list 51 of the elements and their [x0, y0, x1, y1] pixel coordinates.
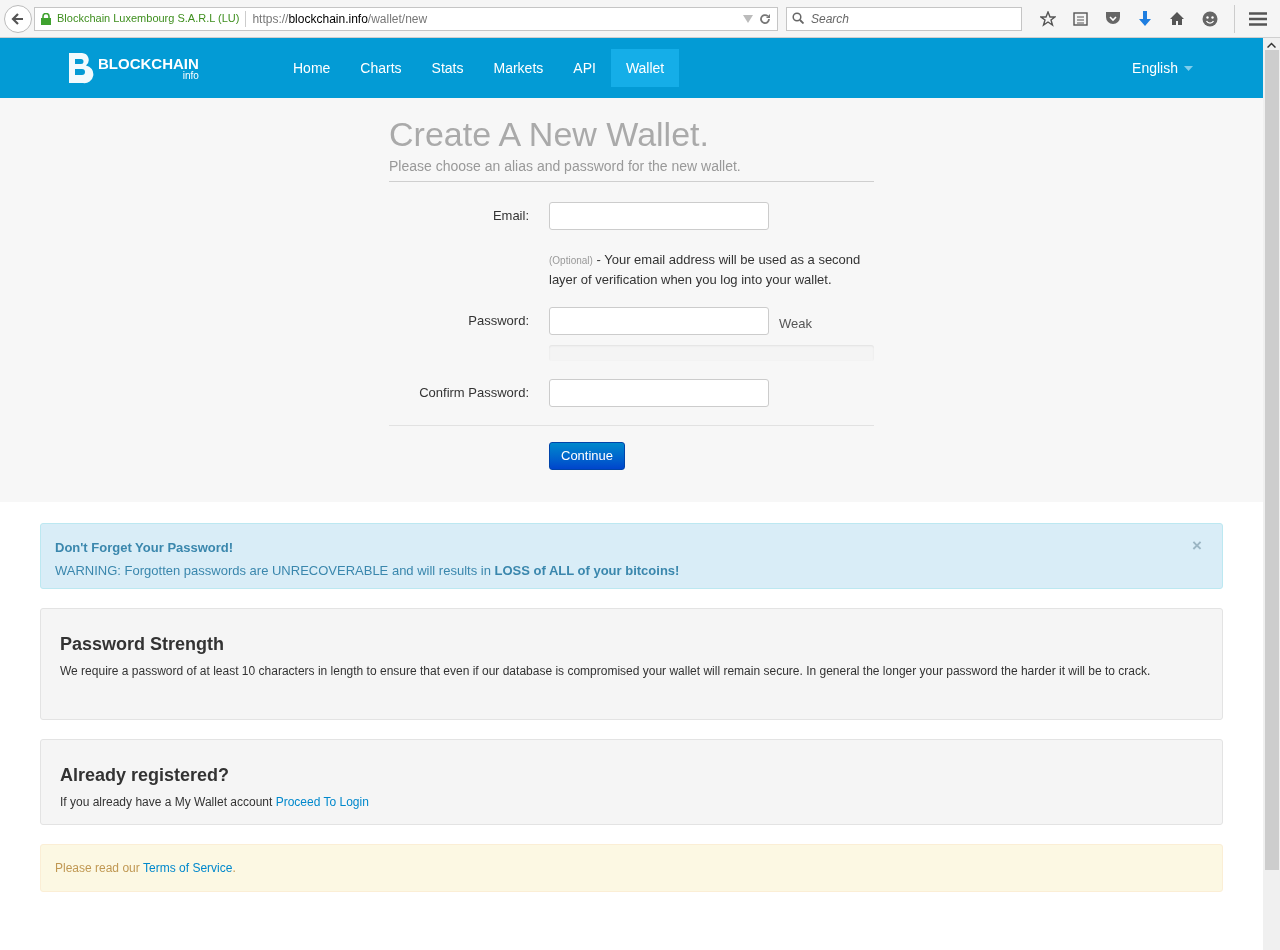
- panel-text: We require a password of at least 10 characters in length to ensure that even if our database is compromised your wallet will remain secure. In general the longer your password the harder it will be to crack.: [60, 663, 1152, 680]
- confirm-password-field[interactable]: [549, 379, 769, 407]
- panel-title: Already registered?: [60, 764, 231, 787]
- back-button[interactable]: [4, 4, 32, 33]
- star-icon[interactable]: [1040, 10, 1056, 27]
- password-strength-label: Weak: [779, 315, 812, 334]
- panel-text: If you already have a My Wallet account: [60, 795, 273, 809]
- page-title: Create A New Wallet.: [389, 115, 710, 153]
- list-icon[interactable]: [1073, 11, 1088, 26]
- search-field[interactable]: Search: [786, 7, 1022, 31]
- nav-link[interactable]: API: [558, 49, 611, 87]
- login-link[interactable]: Proceed To Login: [275, 795, 369, 809]
- language-dropdown[interactable]: English: [1132, 57, 1193, 79]
- email-hint: (Optional) - Your email address will be used as a second layer of verification when you log into your wallet.: [549, 251, 862, 289]
- nav-link[interactable]: Wallet: [610, 49, 680, 87]
- continue-button[interactable]: Continue: [549, 442, 626, 470]
- dropdown-triangle-icon: [743, 14, 753, 23]
- close-button[interactable]: ×: [1192, 536, 1202, 554]
- nav-link[interactable]: Charts: [345, 49, 417, 87]
- menu-icon[interactable]: [1249, 11, 1267, 26]
- email-field[interactable]: [549, 202, 769, 230]
- terms-end: .: [232, 860, 236, 877]
- reload-icon: [759, 12, 771, 25]
- logo-text: BLOCKCHAIN: [98, 55, 199, 71]
- scrollbar[interactable]: [1263, 38, 1280, 950]
- search-icon: [792, 12, 804, 24]
- field-label: Password:: [467, 312, 529, 331]
- nav-link[interactable]: Markets: [478, 49, 559, 87]
- logo-icon: [66, 51, 94, 85]
- back-arrow-icon: [11, 11, 25, 26]
- logo-subtext: info: [182, 70, 199, 81]
- field-label: Confirm Password:: [418, 384, 529, 403]
- panel-title: Password Strength: [60, 633, 226, 656]
- pocket-icon[interactable]: [1105, 11, 1121, 26]
- page-subtitle: Please choose an alias and password for the new wallet.: [389, 156, 874, 182]
- password-field[interactable]: [549, 307, 769, 335]
- url-bar[interactable]: Blockchain Luxembourg S.A.R.L (LU) https://blockchain.info/wallet/new: [34, 6, 778, 31]
- scrollbar-thumb[interactable]: [1264, 50, 1279, 870]
- download-icon[interactable]: [1138, 10, 1152, 27]
- nav-link[interactable]: Home: [278, 49, 346, 87]
- lock-icon: [41, 12, 51, 25]
- field-label: Email:: [491, 207, 529, 226]
- alert-title: Don't Forget Your Password!: [55, 539, 235, 557]
- terms-text: Please read our: [55, 860, 140, 877]
- caret-icon: [1184, 65, 1193, 71]
- smiley-icon[interactable]: [1202, 10, 1218, 27]
- home-icon[interactable]: [1169, 11, 1185, 26]
- alert-text: WARNING: Forgotten passwords are UNRECOVERABLE and will results in LOSS of ALL of your bitcoins!: [55, 561, 681, 580]
- url-text: https://blockchain.info/wallet/new: [252, 10, 428, 28]
- site-identity: Blockchain Luxembourg S.A.R.L (LU): [57, 11, 240, 27]
- nav-link[interactable]: Stats: [416, 49, 479, 87]
